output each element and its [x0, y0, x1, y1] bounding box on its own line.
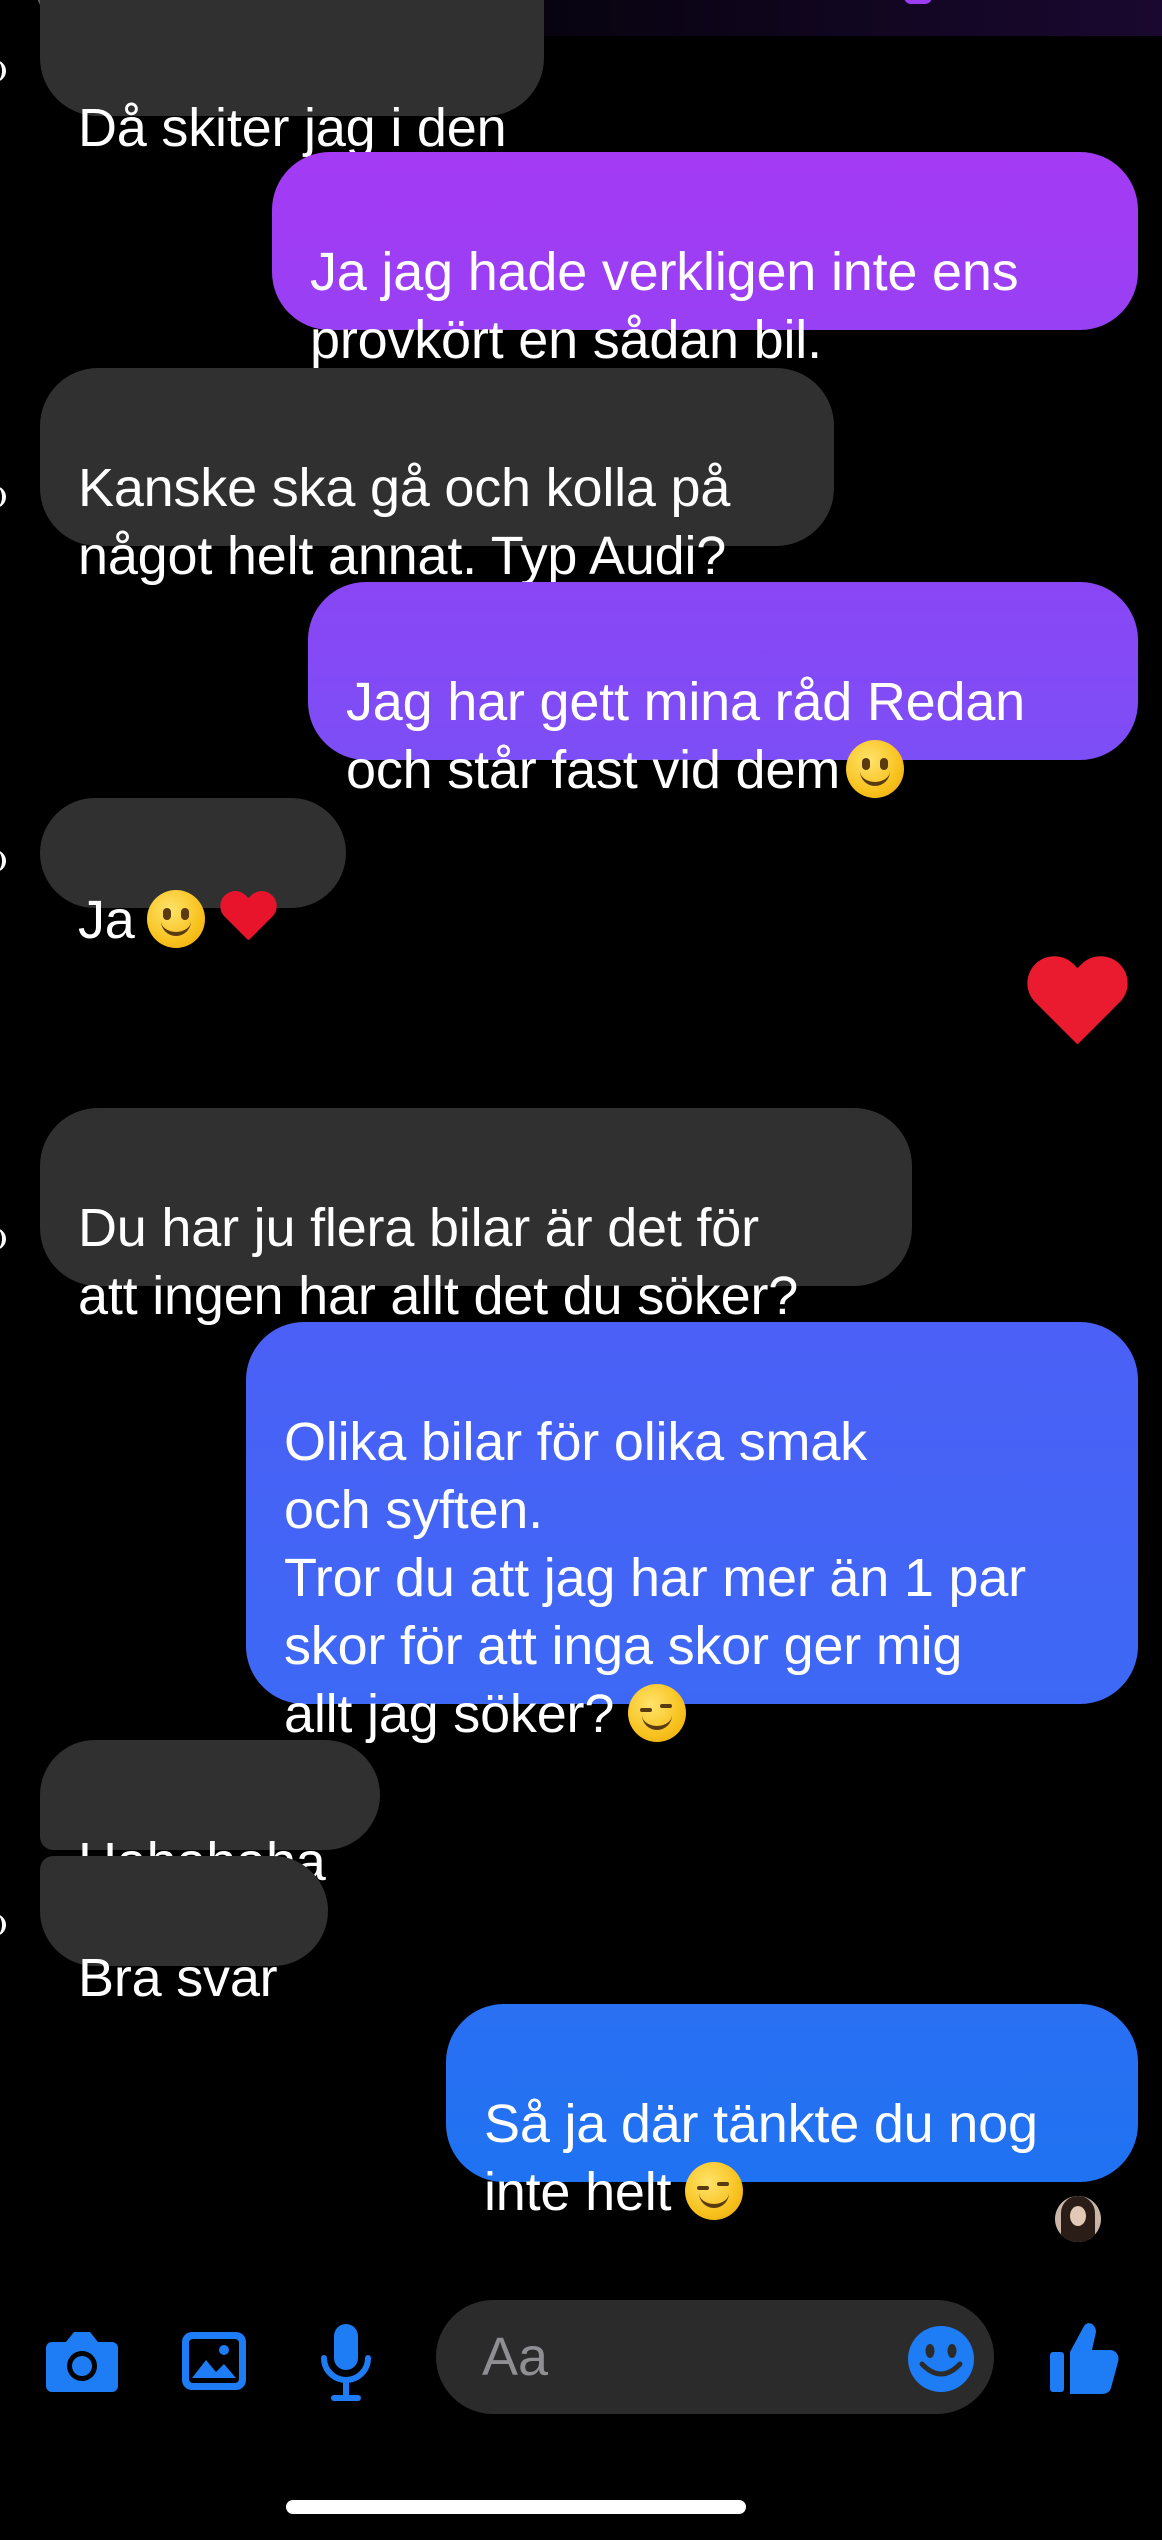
message-marker: [0, 1914, 6, 1936]
message-marker: [0, 486, 6, 508]
message-input[interactable]: Aa: [436, 2300, 994, 2414]
header-accent: [904, 0, 932, 4]
message-incoming[interactable]: Kanske ska gå och kolla på något helt an…: [40, 368, 834, 586]
thumbs-up-icon[interactable]: [1048, 2320, 1120, 2396]
home-indicator[interactable]: [286, 2500, 746, 2514]
message-text: Ja: [78, 890, 135, 950]
emoji-icon[interactable]: [906, 2324, 976, 2394]
message-outgoing[interactable]: Jag har gett mina råd Redan och står fas…: [308, 582, 1138, 800]
message-text: Så ja där tänkte du nog inte helt: [484, 2094, 1038, 2222]
microphone-icon[interactable]: [318, 2322, 374, 2402]
message-text: Kanske ska gå och kolla på något helt an…: [78, 458, 731, 586]
message-text: Bra svar: [78, 1948, 278, 2008]
winking-face-icon: [628, 1684, 687, 1742]
message-text: Ja jag hade verkligen inte ens provkört …: [310, 242, 1019, 370]
slightly-smiling-face-icon: [146, 890, 205, 948]
message-text: Jag har gett mina råd Redan och står fas…: [346, 672, 1026, 800]
message-outgoing[interactable]: Ja jag hade verkligen inte ens provkört …: [272, 152, 1138, 370]
message-incoming[interactable]: Hahahaha: [40, 1740, 380, 1892]
red-heart-icon: [219, 892, 277, 946]
message-outgoing[interactable]: Så ja där tänkte du nog inte helt: [446, 2004, 1138, 2222]
message-text: Du har ju flera bilar är det för att ing…: [78, 1198, 799, 1326]
message-text: Då skiter jag i den: [78, 98, 507, 158]
input-placeholder: Aa: [482, 2327, 549, 2387]
message-marker: [0, 850, 6, 872]
message-incoming[interactable]: Ja: [40, 798, 346, 950]
slightly-smiling-face-icon: [846, 740, 905, 798]
message-incoming[interactable]: Du har ju flera bilar är det för att ing…: [40, 1108, 912, 1326]
winking-face-icon: [685, 2162, 744, 2220]
message-incoming[interactable]: Bra svar: [40, 1856, 328, 2008]
message-marker: [0, 60, 6, 82]
message-outgoing[interactable]: Olika bilar för olika smak och syften. T…: [246, 1322, 1138, 1744]
camera-icon[interactable]: [44, 2326, 120, 2396]
red-heart-large-icon[interactable]: [1024, 958, 1130, 1054]
photo-icon[interactable]: [180, 2326, 248, 2396]
message-marker: [0, 1228, 6, 1250]
message-incoming[interactable]: Då skiter jag i den: [40, 0, 545, 158]
read-receipt-avatar: [1055, 2196, 1101, 2242]
